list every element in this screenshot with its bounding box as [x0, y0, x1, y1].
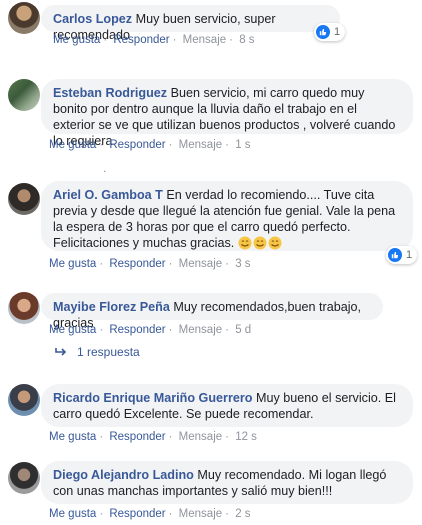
like-link[interactable]: Me gusta [49, 508, 96, 520]
timestamp[interactable]: 8 s [239, 34, 254, 46]
view-replies-link[interactable]: 1 respuesta [55, 345, 140, 359]
reaction-count[interactable]: 1 [314, 23, 346, 41]
reply-link[interactable]: Responder [109, 508, 165, 520]
stray-dot: . [103, 161, 107, 175]
comment-author[interactable]: Diego Alejandro Ladino [53, 468, 194, 482]
message-link[interactable]: Mensaje [179, 324, 222, 336]
comment-bubble: Diego Alejandro Ladino Muy recomendado. … [41, 461, 413, 504]
reply-link[interactable]: Responder [109, 139, 165, 151]
like-link[interactable]: Me gusta [49, 324, 96, 336]
smiling-face-icon [253, 236, 267, 250]
like-icon [388, 248, 402, 262]
comment-actions: Me gusta · Responder · Mensaje · 1 s [49, 139, 251, 151]
like-icon [316, 25, 330, 39]
replies-count: 1 respuesta [77, 345, 140, 359]
reply-arrow-icon [55, 348, 67, 356]
comment-actions: Me gusta · Responder · Mensaje · 12 s [49, 431, 257, 443]
avatar[interactable] [8, 462, 40, 494]
comment-author[interactable]: Esteban Rodriguez [53, 86, 167, 100]
reply-link[interactable]: Responder [109, 258, 165, 270]
emoji-group [238, 236, 283, 250]
timestamp[interactable]: 12 s [235, 431, 257, 443]
timestamp[interactable]: 1 s [235, 139, 250, 151]
avatar[interactable] [8, 2, 40, 34]
reaction-count[interactable]: 1 [386, 246, 418, 264]
avatar[interactable] [8, 292, 40, 324]
reaction-number: 1 [334, 26, 341, 38]
message-link[interactable]: Mensaje [179, 508, 222, 520]
comment-bubble: Carlos Lopez Muy buen servicio, super re… [41, 5, 340, 42]
avatar[interactable] [8, 183, 40, 215]
comment-bubble: Ricardo Enrique Mariño Guerrero Muy buen… [41, 384, 413, 427]
message-link[interactable]: Mensaje [183, 34, 226, 46]
comment-author[interactable]: Ariel O. Gamboa T [53, 188, 163, 202]
comment-bubble: Esteban Rodriguez Buen servicio, mi carr… [41, 79, 413, 148]
reply-link[interactable]: Responder [113, 34, 169, 46]
comment-author[interactable]: Mayibe Florez Peña [53, 300, 170, 314]
like-link[interactable]: Me gusta [53, 34, 100, 46]
smiling-face-icon [238, 236, 252, 250]
like-link[interactable]: Me gusta [49, 431, 96, 443]
comment-actions: Me gusta · Responder · Mensaje · 2 s [49, 508, 251, 520]
smiling-face-icon [268, 236, 282, 250]
reply-link[interactable]: Responder [109, 431, 165, 443]
comment-actions: Me gusta · Responder · Mensaje · 5 d [49, 324, 252, 336]
timestamp[interactable]: 2 s [235, 508, 250, 520]
like-link[interactable]: Me gusta [49, 258, 96, 270]
avatar[interactable] [8, 384, 40, 416]
comment-bubble: Mayibe Florez Peña Muy recomendados,buen… [41, 293, 383, 330]
message-link[interactable]: Mensaje [179, 258, 222, 270]
reply-link[interactable]: Responder [109, 324, 165, 336]
comment-actions: Me gusta · Responder · Mensaje · 8 s [53, 34, 255, 46]
comment-author[interactable]: Carlos Lopez [53, 12, 132, 26]
comment-author[interactable]: Ricardo Enrique Mariño Guerrero [53, 391, 252, 405]
like-link[interactable]: Me gusta [49, 139, 96, 151]
message-link[interactable]: Mensaje [179, 431, 222, 443]
reaction-number: 1 [406, 249, 413, 261]
timestamp[interactable]: 3 s [235, 258, 250, 270]
comment-actions: Me gusta · Responder · Mensaje · 3 s [49, 258, 251, 270]
avatar[interactable] [8, 79, 40, 111]
message-link[interactable]: Mensaje [179, 139, 222, 151]
timestamp[interactable]: 5 d [235, 324, 251, 336]
comment-bubble: Ariel O. Gamboa T En verdad lo recomiend… [41, 181, 413, 251]
